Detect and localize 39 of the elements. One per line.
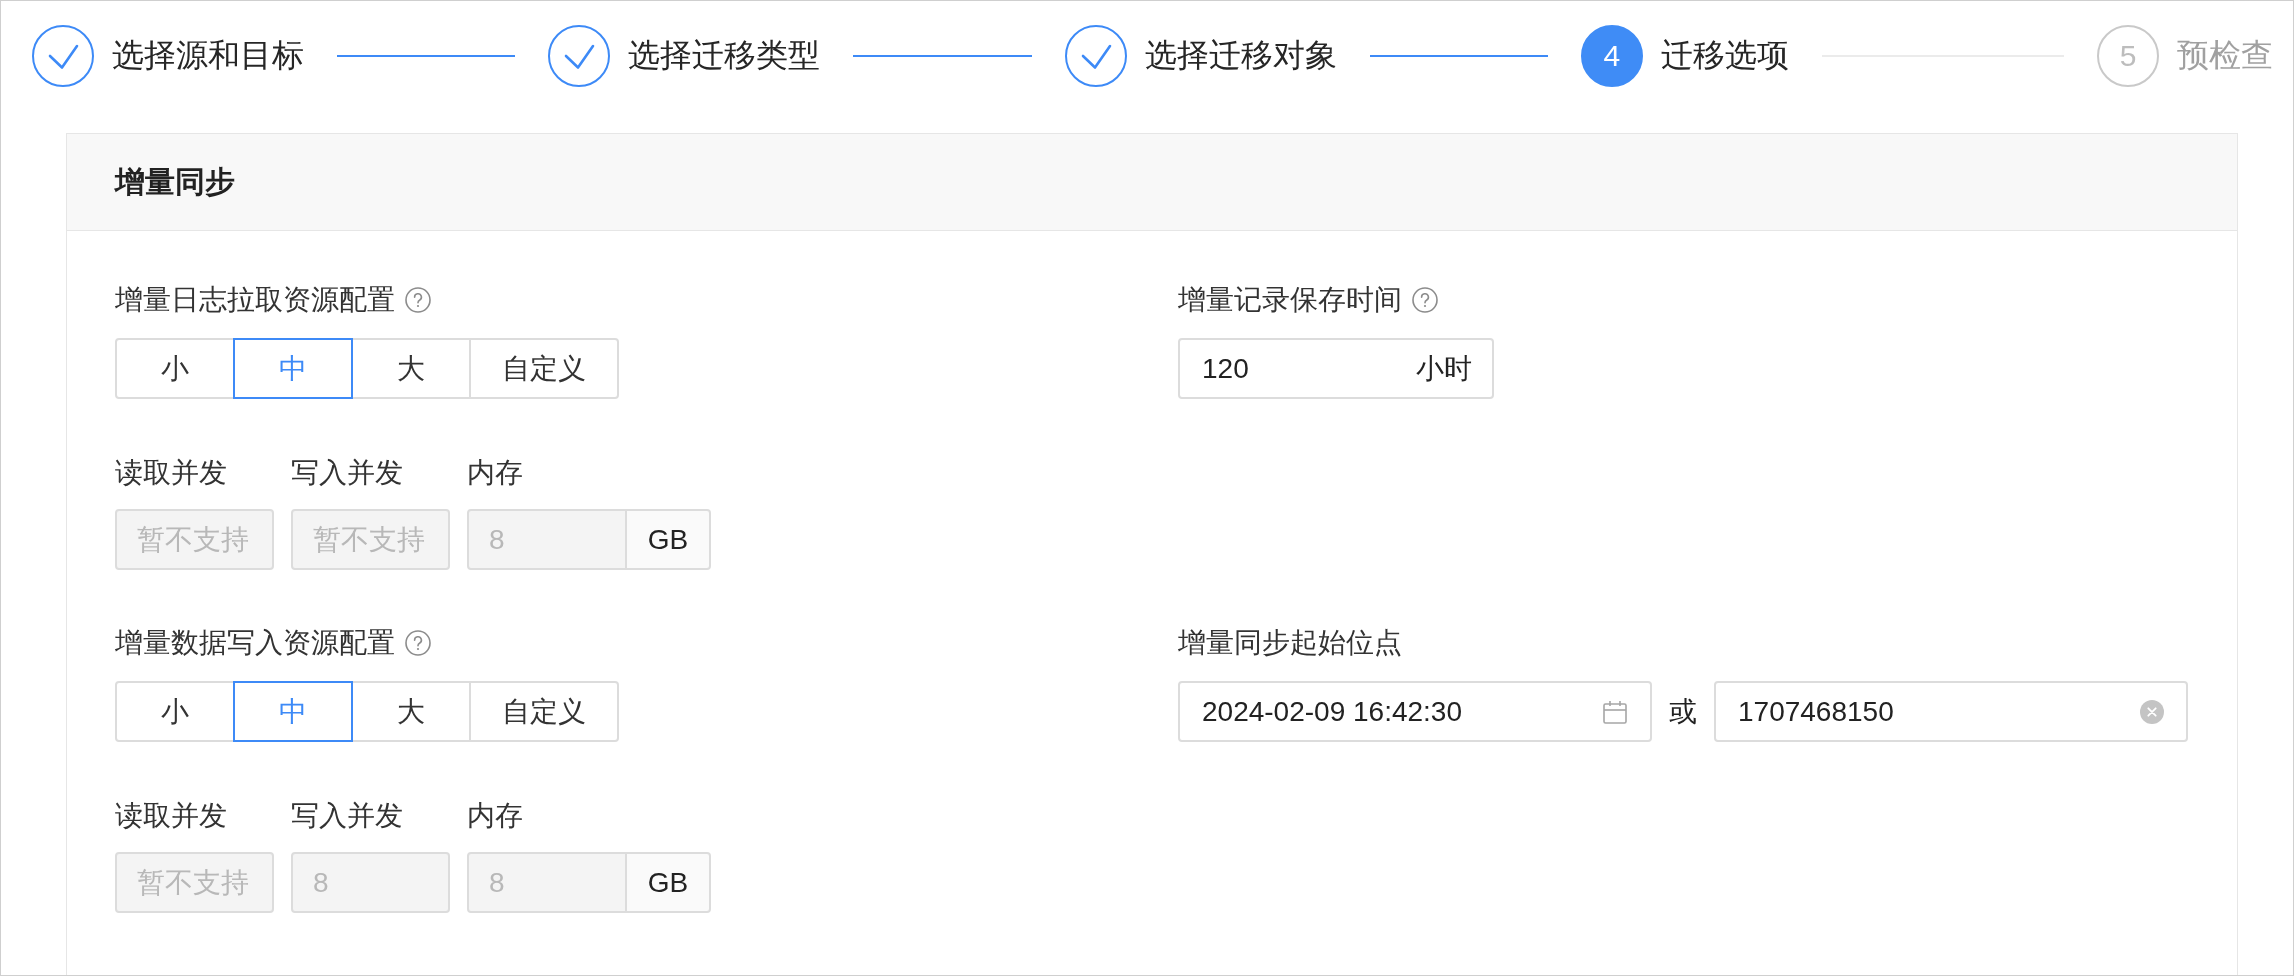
step-number: 5 — [2097, 25, 2159, 87]
calendar-icon[interactable] — [1602, 698, 1628, 725]
duration-field[interactable]: 120 小时 — [1178, 338, 1494, 399]
field-value: 1707468150 — [1738, 695, 1894, 728]
field-value: 2024-02-09 16:42:30 — [1202, 695, 1462, 728]
size-option-button[interactable]: 小 — [115, 338, 235, 399]
help-icon[interactable] — [405, 630, 431, 656]
step-label: 选择迁移对象 — [1144, 36, 1337, 75]
field-label: 增量日志拉取资源配置 — [115, 283, 395, 317]
size-option-button[interactable]: 自定义 — [469, 338, 619, 399]
field-label: 写入并发 — [291, 456, 404, 490]
step-label: 选择迁移类型 — [628, 36, 821, 75]
field-label: 内存 — [467, 799, 524, 833]
date-time-field[interactable]: 2024-02-09 16:42:30 — [1178, 681, 1652, 742]
help-icon[interactable] — [405, 287, 431, 313]
separator-text: 或 — [1669, 695, 1697, 729]
help-icon[interactable] — [1412, 287, 1438, 313]
field-label: 增量数据写入资源配置 — [115, 626, 395, 660]
clear-icon[interactable] — [2140, 699, 2164, 724]
unit-addon: GB — [625, 852, 711, 913]
size-option-button[interactable]: 大 — [351, 681, 471, 742]
panel-title: 增量同步 — [115, 163, 235, 200]
step-number: 4 — [1580, 25, 1643, 87]
field-label: 增量同步起始位点 — [1178, 626, 1402, 660]
field-value: 120 — [1202, 352, 1249, 385]
field-label: 内存 — [467, 456, 524, 490]
size-option-button[interactable]: 小 — [115, 681, 235, 742]
field-label: 写入并发 — [291, 799, 404, 833]
step-label: 选择源和目标 — [112, 36, 304, 75]
field-label: 增量记录保存时间 — [1178, 283, 1402, 317]
size-option-button[interactable]: 大 — [351, 338, 471, 399]
unit-label: 小时 — [1416, 351, 1472, 386]
field-label: 读取并发 — [115, 456, 228, 490]
step-label: 迁移选项 — [1660, 36, 1789, 75]
field-label: 读取并发 — [115, 799, 228, 833]
size-option-button[interactable]: 自定义 — [469, 681, 619, 742]
timestamp-field[interactable]: 1707468150 — [1714, 681, 2188, 742]
unit-addon: GB — [625, 509, 711, 570]
step-label: 预检查 — [2177, 36, 2273, 75]
